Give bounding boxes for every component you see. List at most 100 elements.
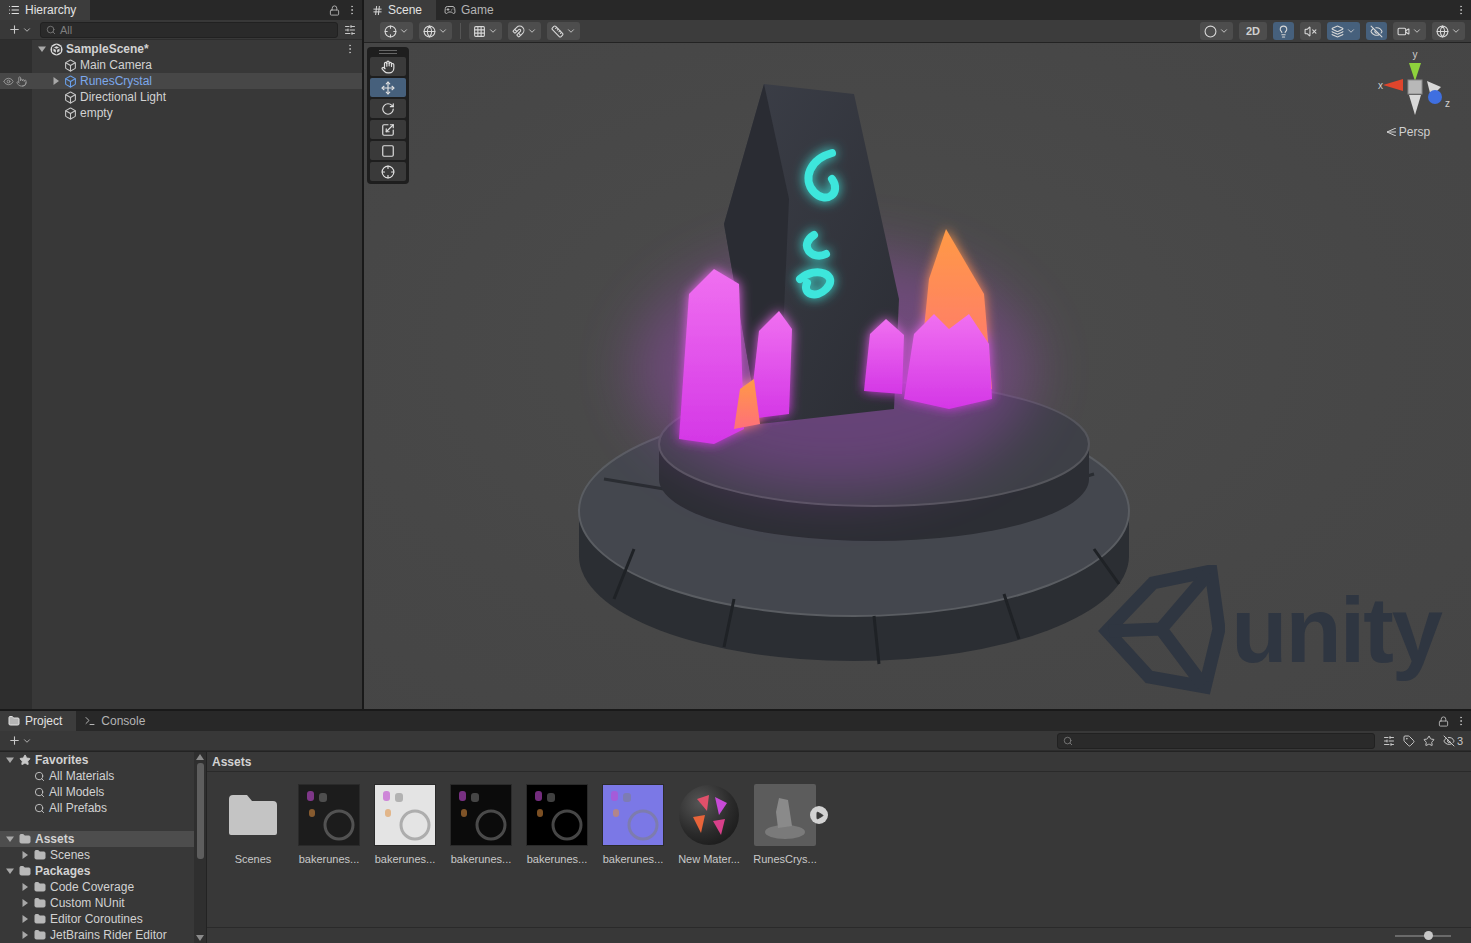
view-tab[interactable]: Game bbox=[436, 0, 508, 20]
project-tree-item[interactable]: Favorites bbox=[0, 752, 194, 768]
camera-button[interactable] bbox=[1393, 22, 1426, 40]
dropdown-icon[interactable] bbox=[1451, 26, 1461, 36]
asset-item[interactable]: bakerunes... bbox=[519, 784, 595, 865]
dropdown-icon[interactable] bbox=[399, 26, 409, 36]
dropdown-icon[interactable] bbox=[1412, 26, 1422, 36]
favorite-icon[interactable] bbox=[1423, 735, 1435, 747]
expand-icon[interactable] bbox=[21, 915, 29, 923]
asset-item[interactable]: bakerunes... bbox=[595, 784, 671, 865]
dropdown-icon[interactable] bbox=[1219, 26, 1229, 36]
scene-viewport[interactable]: unityyxzPersp bbox=[364, 43, 1471, 709]
dropdown-icon[interactable] bbox=[22, 736, 32, 746]
lock-icon[interactable] bbox=[1438, 716, 1449, 727]
project-tab[interactable]: Project bbox=[0, 711, 76, 731]
breadcrumb[interactable]: Assets bbox=[207, 752, 1471, 772]
rotate-tool[interactable] bbox=[370, 99, 406, 118]
scene-row[interactable]: SampleScene* bbox=[0, 41, 362, 57]
2d-toggle[interactable]: 2D bbox=[1239, 22, 1267, 40]
gizmos-button[interactable] bbox=[1432, 22, 1465, 40]
project-tab[interactable]: Console bbox=[76, 711, 159, 731]
expand-icon[interactable] bbox=[21, 851, 29, 859]
transform-tool[interactable] bbox=[370, 162, 406, 181]
project-tree-item[interactable]: Custom NUnit bbox=[0, 895, 194, 911]
expand-icon[interactable] bbox=[6, 867, 14, 875]
expand-icon[interactable] bbox=[6, 835, 14, 843]
dropdown-icon[interactable] bbox=[527, 26, 537, 36]
project-tree-item[interactable]: All Models bbox=[0, 784, 194, 800]
global-button[interactable] bbox=[419, 22, 452, 40]
label-icon[interactable] bbox=[1403, 735, 1415, 747]
expand-icon[interactable] bbox=[21, 931, 29, 939]
project-tree-item[interactable]: Scenes bbox=[0, 847, 194, 863]
project-tree-item[interactable]: Editor Coroutines bbox=[0, 911, 194, 927]
expand-icon[interactable] bbox=[38, 45, 46, 53]
scrollbar[interactable] bbox=[194, 752, 206, 943]
pickable-icon[interactable] bbox=[16, 76, 27, 87]
hierarchy-search[interactable]: All bbox=[40, 22, 338, 38]
expand-icon[interactable] bbox=[21, 883, 29, 891]
scale-icon bbox=[381, 123, 395, 137]
scroll-up-icon[interactable] bbox=[196, 754, 204, 760]
lock-icon[interactable] bbox=[329, 5, 340, 16]
dropdown-icon[interactable] bbox=[1346, 26, 1356, 36]
expand-icon[interactable] bbox=[52, 77, 60, 85]
rect-tool[interactable] bbox=[370, 141, 406, 160]
projection-label[interactable]: Persp bbox=[1386, 125, 1444, 139]
project-tree-item[interactable]: Packages bbox=[0, 863, 194, 879]
project-tree-item[interactable]: All Prefabs bbox=[0, 800, 194, 816]
dropdown-icon[interactable] bbox=[22, 25, 32, 35]
project-tree-item[interactable]: Assets bbox=[0, 831, 194, 847]
move-tool[interactable] bbox=[370, 78, 406, 97]
asset-item[interactable]: New Mater... bbox=[671, 784, 747, 865]
expand-icon[interactable] bbox=[21, 899, 29, 907]
dropdown-icon[interactable] bbox=[488, 26, 498, 36]
dropdown-icon[interactable] bbox=[438, 26, 448, 36]
snap-button[interactable] bbox=[508, 22, 541, 40]
hierarchy-item[interactable]: empty bbox=[0, 105, 362, 121]
project-tree-item[interactable]: All Materials bbox=[0, 768, 194, 784]
hierarchy-item[interactable]: RunesCrystal bbox=[0, 73, 362, 89]
hierarchy-item[interactable]: Directional Light bbox=[0, 89, 362, 105]
icon-size-slider[interactable] bbox=[1395, 935, 1451, 937]
scroll-down-icon[interactable] bbox=[196, 935, 204, 941]
effects-toggle[interactable] bbox=[1327, 22, 1360, 40]
asset-item[interactable]: bakerunes... bbox=[443, 784, 519, 865]
project-tree-item[interactable]: JetBrains Rider Editor bbox=[0, 927, 194, 943]
visibility-icon[interactable] bbox=[3, 76, 14, 87]
tool-handle-button[interactable] bbox=[380, 22, 413, 40]
search-options-icon[interactable] bbox=[344, 24, 356, 36]
menu-icon[interactable] bbox=[1455, 715, 1467, 727]
hierarchy-item[interactable]: Main Camera bbox=[0, 57, 362, 73]
slider-knob[interactable] bbox=[1424, 931, 1433, 940]
runes-crystal-model[interactable] bbox=[574, 79, 1144, 669]
grid-button[interactable] bbox=[469, 22, 502, 40]
menu-icon[interactable] bbox=[346, 4, 358, 16]
asset-item[interactable]: bakerunes... bbox=[367, 784, 443, 865]
create-button[interactable] bbox=[6, 734, 34, 747]
filter-type-icon[interactable] bbox=[1383, 735, 1395, 747]
expand-asset-button[interactable] bbox=[810, 806, 828, 824]
scale-tool[interactable] bbox=[370, 120, 406, 139]
shading-button[interactable] bbox=[1200, 22, 1233, 40]
dropdown-icon[interactable] bbox=[566, 26, 576, 36]
project-tree-item[interactable]: Code Coverage bbox=[0, 879, 194, 895]
asset-item[interactable]: bakerunes... bbox=[291, 784, 367, 865]
expand-icon[interactable] bbox=[6, 756, 14, 764]
audio-toggle[interactable] bbox=[1300, 22, 1321, 40]
project-search[interactable] bbox=[1057, 733, 1375, 749]
hidden-packages-badge[interactable]: 3 bbox=[1443, 735, 1463, 747]
add-button[interactable] bbox=[6, 23, 34, 36]
palette-handle[interactable] bbox=[370, 49, 406, 55]
hierarchy-tab[interactable]: Hierarchy bbox=[0, 0, 90, 20]
increment-button[interactable] bbox=[547, 22, 580, 40]
asset-item[interactable]: RunesCrys... bbox=[747, 784, 823, 865]
visibility-toggle[interactable] bbox=[1366, 22, 1387, 40]
asset-item[interactable]: Scenes bbox=[215, 784, 291, 865]
orientation-gizmo[interactable]: yxz bbox=[1375, 49, 1455, 123]
scroll-thumb[interactable] bbox=[197, 763, 204, 859]
scene-menu-icon[interactable] bbox=[344, 43, 356, 55]
lighting-toggle[interactable] bbox=[1273, 22, 1294, 40]
menu-icon[interactable] bbox=[1455, 4, 1467, 16]
hand-tool[interactable] bbox=[370, 57, 406, 76]
view-tab[interactable]: Scene bbox=[364, 0, 436, 20]
